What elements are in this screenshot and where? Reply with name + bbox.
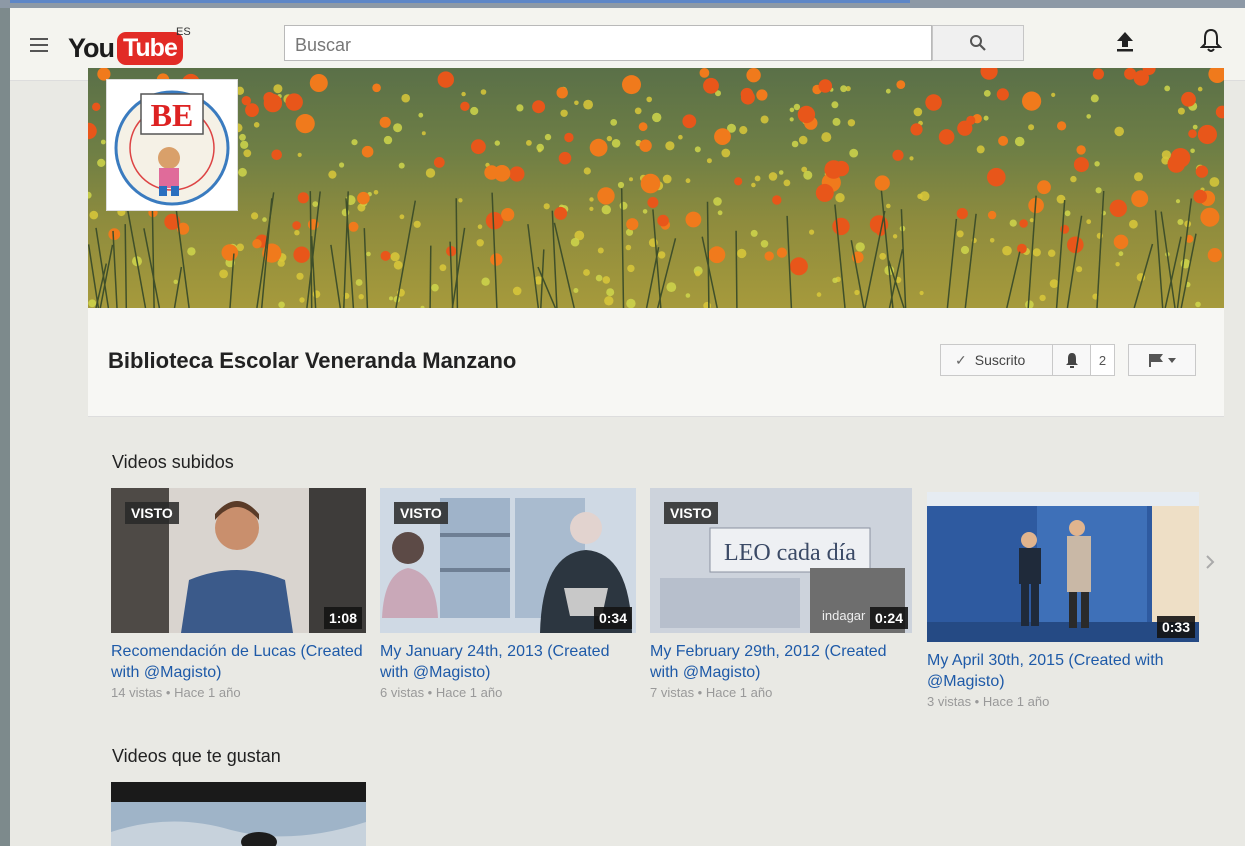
- video-meta: 7 vistas • Hace 1 año: [650, 685, 773, 700]
- channel-banner: [88, 68, 1224, 308]
- video-duration: 1:08: [323, 607, 362, 629]
- video-thumbnail[interactable]: VISTO 1:08: [111, 488, 366, 633]
- subscribed-button[interactable]: ✓ Suscrito: [940, 344, 1053, 376]
- upload-button[interactable]: [1110, 26, 1140, 56]
- youtube-logo[interactable]: You Tube ES: [68, 26, 191, 66]
- video-meta: 6 vistas • Hace 1 año: [380, 685, 503, 700]
- notifications-button[interactable]: [1196, 24, 1226, 56]
- video-meta: 14 vistas • Hace 1 año: [111, 685, 241, 700]
- svg-text:BE: BE: [151, 97, 194, 133]
- video-title[interactable]: My February 29th, 2012 (Created with @Ma…: [650, 641, 912, 683]
- channel-options-button[interactable]: [1128, 344, 1196, 376]
- search-button[interactable]: [932, 25, 1024, 61]
- chevron-right-icon: [1206, 555, 1215, 569]
- video-duration: 0:33: [1156, 616, 1195, 638]
- shelf-next-button[interactable]: [1203, 552, 1217, 572]
- watched-badge: VISTO: [125, 502, 179, 524]
- video-duration: 0:24: [869, 607, 908, 629]
- flag-icon: [1149, 354, 1176, 367]
- channel-title: Biblioteca Escolar Veneranda Manzano: [108, 348, 517, 373]
- channel-avatar[interactable]: BE: [107, 80, 237, 210]
- video-title[interactable]: My January 24th, 2013 (Created with @Mag…: [380, 641, 636, 683]
- subscribed-label: Suscrito: [974, 352, 1026, 368]
- svg-text:indagar: indagar: [822, 608, 866, 623]
- video-duration: 0:34: [593, 607, 632, 629]
- logo-you-text: You: [68, 32, 115, 63]
- video-thumbnail[interactable]: VISTO 0:34: [380, 488, 636, 633]
- menu-icon[interactable]: [30, 38, 48, 52]
- upload-icon: [1117, 32, 1133, 52]
- channel-header: Biblioteca Escolar Veneranda Manzano ✓ S…: [88, 308, 1224, 417]
- search-icon: [970, 35, 986, 51]
- search-input[interactable]: Buscar: [284, 25, 932, 61]
- logo-tube-text: Tube: [117, 31, 183, 65]
- screen-bezel-top: [0, 0, 1245, 8]
- liked-video-thumbnail[interactable]: [111, 782, 366, 846]
- video-card[interactable]: VISTO 0:34 My January 24th, 2013 (Create…: [380, 488, 636, 700]
- video-card[interactable]: 0:33 My April 30th, 2015 (Created with @…: [927, 492, 1199, 709]
- channel-notifications-button[interactable]: [1053, 344, 1091, 376]
- video-card[interactable]: VISTO 1:08 Recomendación de Lucas (Creat…: [111, 488, 366, 700]
- video-thumbnail[interactable]: 0:33: [927, 492, 1199, 642]
- subscriber-count: 2: [1091, 344, 1115, 376]
- video-title[interactable]: Recomendación de Lucas (Created with @Ma…: [111, 641, 366, 683]
- video-meta: 3 vistas • Hace 1 año: [927, 694, 1050, 709]
- svg-text:LEO cada día: LEO cada día: [724, 540, 856, 566]
- liked-section-title: Videos que te gustan: [112, 746, 281, 766]
- screen-bezel-left: [0, 0, 10, 846]
- video-card[interactable]: LEO cada día indagar VISTO 0:24 My Febru…: [650, 488, 912, 700]
- logo-country-code: ES: [176, 26, 191, 38]
- uploads-section-title: Videos subidos: [112, 452, 234, 472]
- video-thumbnail[interactable]: LEO cada día indagar VISTO 0:24: [650, 488, 912, 633]
- watched-badge: VISTO: [394, 502, 448, 524]
- bell-icon: [1200, 28, 1222, 52]
- check-icon: ✓: [955, 351, 967, 368]
- video-title[interactable]: My April 30th, 2015 (Created with @Magis…: [927, 650, 1199, 692]
- bell-icon: [1065, 353, 1078, 368]
- chevron-down-icon: [1168, 358, 1176, 363]
- watched-badge: VISTO: [664, 502, 718, 524]
